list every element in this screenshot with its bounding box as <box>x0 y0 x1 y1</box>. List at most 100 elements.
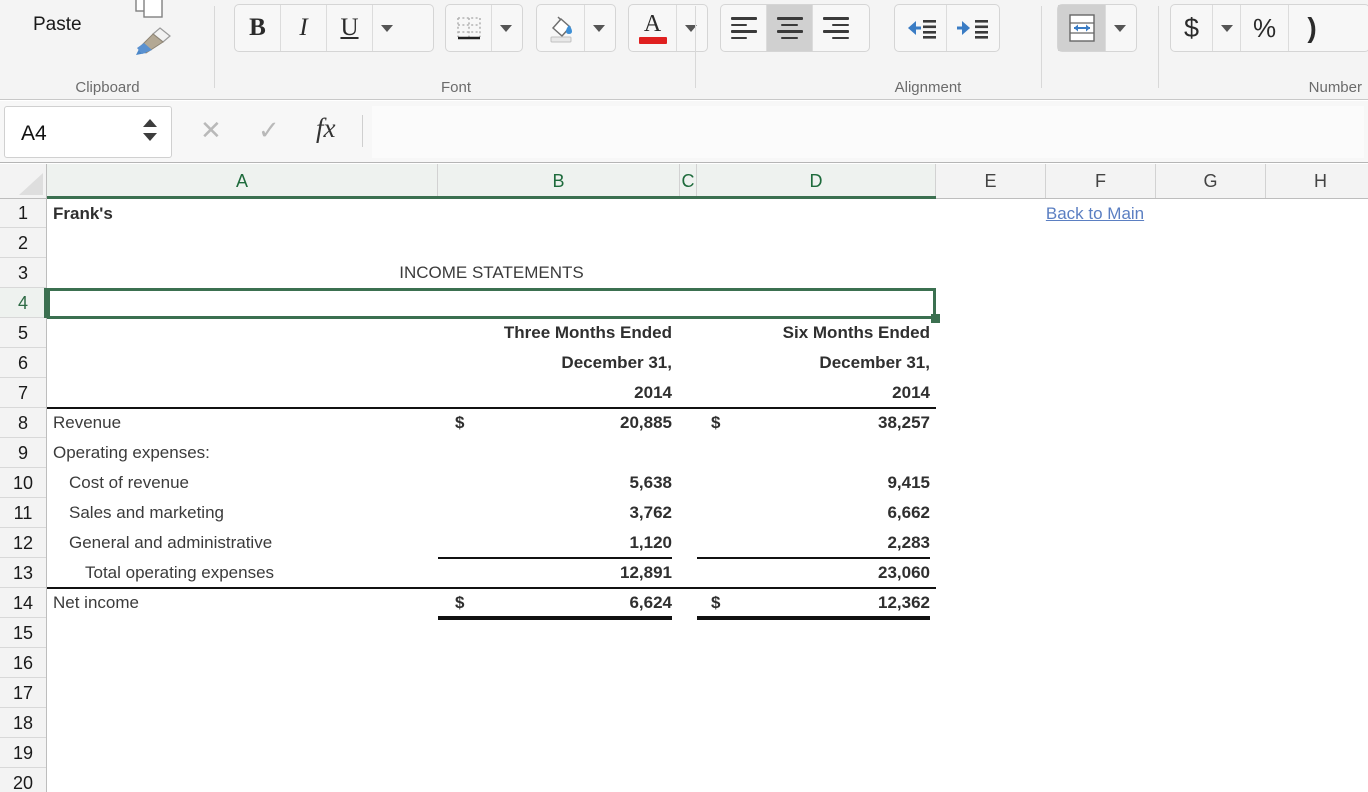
horizontal-align-cluster <box>720 4 870 52</box>
row-header-5[interactable]: 5 <box>0 318 46 348</box>
cell-a3-title[interactable]: INCOME STATEMENTS <box>47 258 936 288</box>
cell-b11-three-value[interactable]: 3,762 <box>438 498 672 528</box>
cell-d5-six-months-line1[interactable]: Six Months Ended <box>697 318 930 348</box>
cell-b12-three-value[interactable]: 1,120 <box>438 528 672 558</box>
row-header-19[interactable]: 19 <box>0 738 46 768</box>
back-to-main-link[interactable]: Back to Main <box>1046 204 1144 224</box>
row-header-8[interactable]: 8 <box>0 408 46 438</box>
bold-button[interactable]: B <box>235 5 281 51</box>
cell-area: Frank's Back to Main INCOME STATEMENTS T… <box>47 199 1368 792</box>
cell-d6-six-months-line2[interactable]: December 31, <box>697 348 930 378</box>
select-all-button[interactable] <box>0 164 47 199</box>
name-box-spinner[interactable] <box>143 119 157 149</box>
border-under-period-headers <box>47 407 936 409</box>
formula-input[interactable] <box>372 106 1364 158</box>
underline-button[interactable]: U <box>327 5 373 51</box>
row-header-10[interactable]: 10 <box>0 468 46 498</box>
cell-b8-three-value[interactable]: 20,885 <box>438 408 672 438</box>
confirm-entry-icon[interactable]: ✓ <box>258 115 280 146</box>
row-header-4[interactable]: 4 <box>0 288 46 318</box>
increase-indent-icon[interactable] <box>947 5 999 51</box>
format-painter-icon[interactable] <box>130 26 172 56</box>
decrease-indent-icon[interactable] <box>895 5 947 51</box>
cell-d10-six-value[interactable]: 9,415 <box>697 468 930 498</box>
row-header-20[interactable]: 20 <box>0 768 46 792</box>
insert-function-icon[interactable]: fx <box>316 113 336 144</box>
column-header-b[interactable]: B <box>438 164 680 198</box>
cell-a10-label[interactable]: Cost of revenue <box>69 468 433 498</box>
ribbon-group-clipboard: Paste Clipboard <box>0 0 215 100</box>
underline-dropdown-icon[interactable] <box>373 5 401 51</box>
cell-d14-six-value[interactable]: 12,362 <box>697 588 930 618</box>
row-header-15[interactable]: 15 <box>0 618 46 648</box>
cell-a1-company[interactable]: Frank's <box>53 199 433 228</box>
cell-d12-six-value[interactable]: 2,283 <box>697 528 930 558</box>
name-box-value: A4 <box>21 122 47 145</box>
border-bottom-net-income-three <box>438 616 672 620</box>
font-color-icon[interactable]: A <box>629 5 677 51</box>
row-header-14[interactable]: 14 <box>0 588 46 618</box>
name-box[interactable]: A4 <box>4 106 172 158</box>
row-header-1[interactable]: 1 <box>0 199 46 228</box>
row-header-11[interactable]: 11 <box>0 498 46 528</box>
row-header-6[interactable]: 6 <box>0 348 46 378</box>
row-header-13[interactable]: 13 <box>0 558 46 588</box>
column-header-g[interactable]: G <box>1156 164 1266 198</box>
column-header-e[interactable]: E <box>936 164 1046 198</box>
cell-a8-label[interactable]: Revenue <box>53 408 433 438</box>
align-right-icon[interactable] <box>813 5 859 51</box>
align-left-icon[interactable] <box>721 5 767 51</box>
cell-f1-back-link[interactable]: Back to Main <box>1000 199 1190 228</box>
wrap-text-dropdown-icon[interactable] <box>1106 5 1134 51</box>
wrap-text-icon[interactable] <box>1058 5 1106 51</box>
row-header-7[interactable]: 7 <box>0 378 46 408</box>
column-header-h[interactable]: H <box>1266 164 1368 198</box>
align-center-icon[interactable] <box>767 5 813 51</box>
cell-a11-label[interactable]: Sales and marketing <box>69 498 433 528</box>
row-header-17[interactable]: 17 <box>0 678 46 708</box>
column-header-c[interactable]: C <box>680 164 697 198</box>
cell-a9-label[interactable]: Operating expenses: <box>53 438 433 468</box>
cell-b14-three-value[interactable]: 6,624 <box>438 588 672 618</box>
cell-a13-label[interactable]: Total operating expenses <box>85 558 433 588</box>
borders-dropdown-icon[interactable] <box>492 5 520 51</box>
cell-d13-six-value[interactable]: 23,060 <box>697 558 930 588</box>
cell-b10-three-value[interactable]: 5,638 <box>438 468 672 498</box>
column-header-a[interactable]: A <box>47 164 438 198</box>
borders-cluster <box>445 4 523 52</box>
clipboard-icon[interactable] <box>133 0 167 20</box>
currency-dropdown-icon[interactable] <box>1213 5 1241 51</box>
column-header-d[interactable]: D <box>697 164 936 198</box>
row-header-3[interactable]: 3 <box>0 258 46 288</box>
cell-a12-label[interactable]: General and administrative <box>69 528 433 558</box>
group-label-font: Font <box>440 79 471 96</box>
percent-format-button[interactable]: % <box>1241 5 1289 51</box>
fill-handle[interactable] <box>931 314 940 323</box>
select-all-triangle-icon <box>19 173 43 195</box>
bottom-border-icon[interactable] <box>446 5 492 51</box>
row-header-18[interactable]: 18 <box>0 708 46 738</box>
active-cell-selection[interactable] <box>47 288 936 319</box>
comma-format-button[interactable]: ) <box>1289 5 1335 51</box>
cell-d7-six-months-line3[interactable]: 2014 <box>697 378 930 408</box>
cell-b13-three-value[interactable]: 12,891 <box>438 558 672 588</box>
cell-d11-six-value[interactable]: 6,662 <box>697 498 930 528</box>
row-header-9[interactable]: 9 <box>0 438 46 468</box>
cancel-entry-icon[interactable]: ✕ <box>200 115 222 146</box>
cell-a14-label[interactable]: Net income <box>53 588 433 618</box>
fill-color-icon[interactable] <box>537 5 585 51</box>
cell-b7-three-months-line3[interactable]: 2014 <box>438 378 672 408</box>
ribbon-group-number: $ % ) Number <box>1160 0 1368 100</box>
fill-color-dropdown-icon[interactable] <box>585 5 613 51</box>
currency-format-button[interactable]: $ <box>1171 5 1213 51</box>
paste-button[interactable]: Paste <box>33 14 82 36</box>
cell-b6-three-months-line2[interactable]: December 31, <box>438 348 672 378</box>
italic-button[interactable]: I <box>281 5 327 51</box>
row-header-12[interactable]: 12 <box>0 528 46 558</box>
row-header-2[interactable]: 2 <box>0 228 46 258</box>
group-label-clipboard: Clipboard <box>75 79 140 96</box>
row-header-16[interactable]: 16 <box>0 648 46 678</box>
cell-d8-six-value[interactable]: 38,257 <box>697 408 930 438</box>
column-header-f[interactable]: F <box>1046 164 1156 198</box>
cell-b5-three-months-line1[interactable]: Three Months Ended <box>438 318 672 348</box>
